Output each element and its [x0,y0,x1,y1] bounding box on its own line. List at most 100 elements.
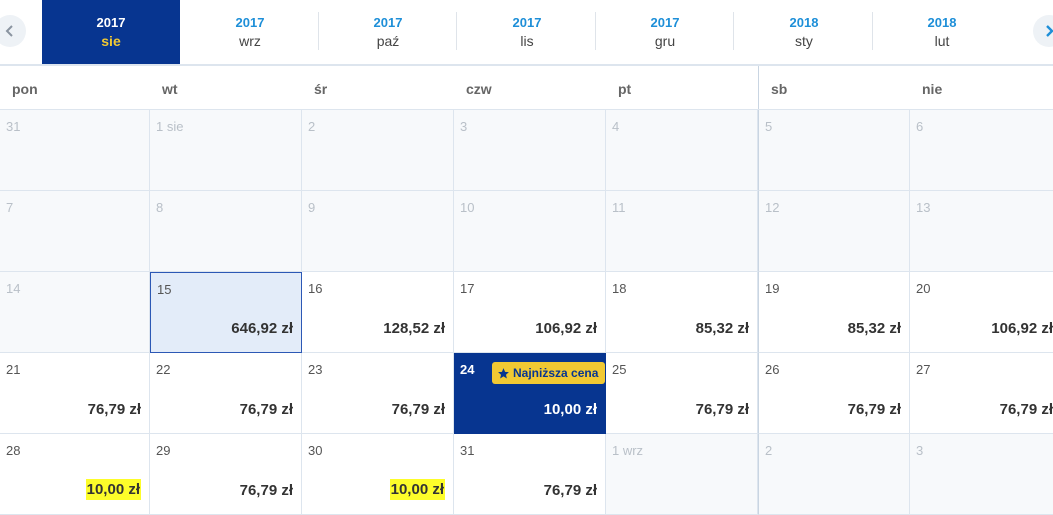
day-number: 7 [6,200,14,215]
day-number: 25 [612,362,627,377]
day-price: 10,00 zł [85,479,141,500]
day-number: 18 [612,281,627,296]
day-number: 6 [916,119,924,134]
month-tab-5[interactable]: 2018 sty [735,0,873,64]
previous-months-button[interactable] [0,15,26,47]
day-cell[interactable]: 30 10,00 zł [302,434,454,515]
day-cell: 3 [910,434,1053,515]
weekday-label: nie [922,81,943,97]
day-cell: 11 [606,191,758,272]
day-cell[interactable]: 23 76,79 zł [302,353,454,434]
day-cell[interactable]: 21 76,79 zł [0,353,150,434]
day-cell[interactable]: 17 106,92 zł [454,272,606,353]
day-cell[interactable]: 27 76,79 zł [910,353,1053,434]
day-price: 106,92 zł [991,320,1053,337]
day-cell[interactable]: 22 76,79 zł [150,353,302,434]
month-tab-1[interactable]: 2017 wrz [181,0,319,64]
day-cell: 1 wrz [606,434,758,515]
month-tab-year: 2018 [927,15,957,30]
weekday-label: wt [162,81,178,97]
day-cell: 1 sie [150,110,302,191]
day-cell-lowest-price[interactable]: 24 Najniższa cena 10,00 zł [454,353,606,434]
day-cell: 3 [454,110,606,191]
day-cell: 31 [0,110,150,191]
day-price: 128,52 zł [383,320,445,337]
day-cell[interactable]: 31 76,79 zł [454,434,606,515]
day-number: 3 [916,443,924,458]
weekday-label: sb [758,66,910,109]
day-number: 27 [916,362,931,377]
day-cell[interactable]: 16 128,52 zł [302,272,454,353]
day-number: 29 [156,443,171,458]
month-tab-0[interactable]: 2017 sie [42,0,180,64]
day-number: 11 [612,200,626,215]
day-number: 20 [916,281,931,296]
month-tab-2[interactable]: 2017 paź [319,0,457,64]
day-number: 1 sie [156,119,184,134]
day-cell[interactable]: 29 76,79 zł [150,434,302,515]
day-price: 76,79 zł [87,401,141,418]
day-price: 76,79 zł [239,482,293,499]
day-number: 1 wrz [612,443,644,458]
month-tab-3[interactable]: 2017 lis [458,0,596,64]
day-cell[interactable]: 25 76,79 zł [606,353,758,434]
day-number: 12 [765,200,780,215]
day-cell: 12 [758,191,910,272]
month-tab-month: sie [101,33,121,49]
day-number: 4 [612,119,620,134]
day-cell: 2 [758,434,910,515]
weekday-label: śr [314,81,328,97]
day-cell[interactable]: 26 76,79 zł [758,353,910,434]
day-number: 16 [308,281,323,296]
day-cell[interactable]: 19 85,32 zł [758,272,910,353]
day-number: 31 [6,119,21,134]
day-cell: 14 [0,272,150,353]
day-number: 15 [157,282,172,297]
month-tab-year: 2018 [789,15,819,30]
day-number: 2 [765,443,773,458]
day-number: 31 [460,443,475,458]
day-cell[interactable]: 18 85,32 zł [606,272,758,353]
day-price: 76,79 zł [543,482,597,499]
month-selector: 2017 sie 2017 wrz 2017 paź 2017 lis 2017 gru 2018 s… [0,0,1053,66]
month-tab-6[interactable]: 2018 lut [873,0,1011,64]
day-number: 8 [156,200,164,215]
month-tab-month: lis [520,33,534,49]
day-cell-selected[interactable]: 15 646,92 zł [150,272,302,353]
day-number: 19 [765,281,780,296]
day-number: 24 [460,362,475,377]
weekday-label: pon [12,81,38,97]
month-tab-4[interactable]: 2017 gru [596,0,734,64]
month-tab-year: 2017 [512,15,542,30]
day-cell: 5 [758,110,910,191]
weekday-header: pon wt śr czw pt sb nie [0,66,1053,110]
day-cell: 7 [0,191,150,272]
day-number: 28 [6,443,21,458]
day-price: 76,79 zł [847,401,901,418]
day-number: 2 [308,119,316,134]
day-price: 10,00 zł [543,401,597,418]
day-cell: 4 [606,110,758,191]
month-tab-month: paź [376,33,400,49]
day-price: 76,79 zł [391,401,445,418]
day-number: 30 [308,443,323,458]
lowest-price-badge: Najniższa cena [492,362,606,384]
month-tab-year: 2017 [96,15,126,30]
day-cell: 10 [454,191,606,272]
day-number: 23 [308,362,323,377]
day-cell[interactable]: 20 106,92 zł [910,272,1053,353]
day-cell[interactable]: 28 10,00 zł [0,434,150,515]
day-number: 17 [460,281,475,296]
weekday-label: pt [618,81,632,97]
star-icon [498,367,509,378]
day-price: 85,32 zł [695,320,749,337]
next-months-button[interactable] [1033,15,1053,47]
day-price: 76,79 zł [999,401,1053,418]
day-number: 13 [916,200,931,215]
day-cell: 9 [302,191,454,272]
day-cell: 2 [302,110,454,191]
day-number: 10 [460,200,475,215]
day-number: 22 [156,362,171,377]
day-number: 9 [308,200,316,215]
day-price: 10,00 zł [389,479,445,500]
